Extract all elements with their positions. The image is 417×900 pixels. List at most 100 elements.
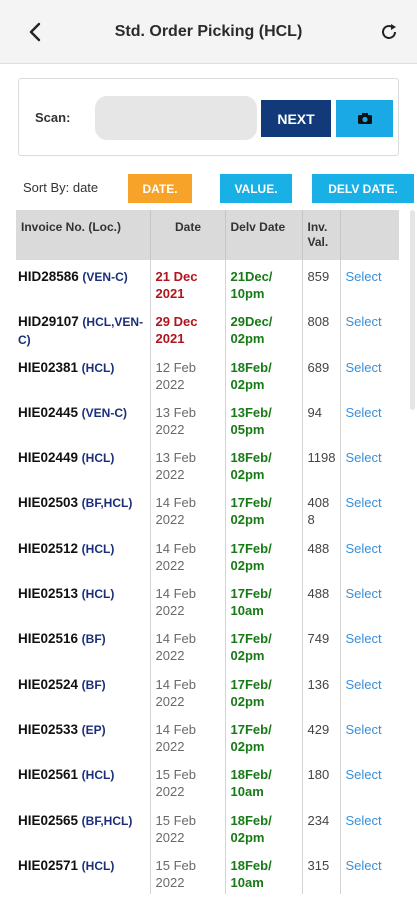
invoice-location: (VEN-C) [82,270,128,284]
delv-date-cell: 17Feb/ 10am [225,577,303,623]
action-cell: Select [340,396,399,441]
select-link[interactable]: Select [346,269,382,284]
inv-val-cell: 488 [302,577,341,623]
delivery-date: 18Feb/ 10am [230,767,272,800]
page-title: Std. Order Picking (HCL) [114,23,303,40]
invoice-location: (BF) [81,677,106,692]
select-link[interactable]: Select [346,360,382,375]
select-link[interactable]: Select [346,677,382,692]
select-link[interactable]: Select [346,314,382,329]
action-cell: Select [340,260,399,305]
col-header-delv-date: Delv Date [225,210,303,260]
select-link[interactable]: Select [346,450,382,465]
invoice-location: (BF,HCL) [81,813,133,828]
action-cell: Select [340,758,399,803]
date-cell: 13 Feb 2022 [150,441,226,487]
delivery-date: 17Feb/ 02pm [230,676,272,709]
sort-date-button[interactable]: DATE. [128,174,192,203]
invoice-date: 29 Dec 2021 [155,314,198,347]
delivery-date: 17Feb/ 02pm [230,540,272,573]
delv-date-cell: 17Feb/ 02pm [225,486,303,532]
invoice-value: 1198 [307,450,336,466]
invoice-date: 15 Feb 2022 [155,767,196,800]
select-link[interactable]: Select [346,813,382,828]
back-arrow-icon[interactable] [22,18,48,46]
camera-button[interactable] [336,100,393,137]
invoice-date: 15 Feb 2022 [155,812,196,845]
select-link[interactable]: Select [346,495,382,510]
inv-val-cell: 136 [302,667,341,713]
invoice-date: 13 Feb 2022 [155,404,196,437]
invoice-location: (HCL) [81,360,115,375]
invoice-number: HIE02565 [18,812,79,828]
table-row: HIE02513 (HCL) 14 Feb 2022 17Feb/ 10am 488 S… [16,577,399,623]
delv-date-cell: 18Feb/ 02pm [225,803,303,849]
delv-date-cell: 17Feb/ 02pm [225,667,303,713]
invoice-cell: HID29107 (HCL,VEN-C) [16,305,151,351]
invoice-value: 234 [307,812,330,828]
inv-val-cell: 315 [302,848,341,895]
invoice-value: 859 [307,269,330,284]
inv-val-cell: 859 [302,260,341,306]
delv-date-cell: 17Feb/ 02pm [225,712,303,759]
select-link[interactable]: Select [346,858,382,873]
invoice-cell: HIE02512 (HCL) [16,531,151,578]
scrollbar[interactable] [410,210,415,410]
invoice-number: HIE02533 [18,721,79,737]
sort-delv-date-button[interactable]: DELV DATE. [312,174,414,203]
invoice-value: 808 [307,314,330,330]
invoice-location: (EP) [81,722,106,737]
next-button[interactable]: NEXT [261,100,331,137]
invoice-number: HIE02571 [18,857,79,873]
inv-val-cell: 488 [302,531,341,578]
invoice-value: 94 [307,404,322,420]
invoice-value: 180 [307,767,330,783]
select-link[interactable]: Select [346,767,382,782]
delv-date-cell: 21Dec/ 10pm [225,260,303,306]
sort-value-button[interactable]: VALUE. [220,174,292,203]
sort-label: Sort By: date [23,180,99,195]
invoice-number: HIE02512 [18,540,79,556]
invoice-number: HID28586 [18,269,79,284]
action-cell: Select [340,668,399,713]
action-cell: Select [340,305,399,350]
inv-val-cell: 429 [302,712,341,759]
table-header-row: Invoice No. (Loc.) Date Delv Date Inv. V… [16,210,399,260]
invoice-date: 21 Dec 2021 [155,269,198,301]
col-header-invoice: Invoice No. (Loc.) [16,210,151,260]
delivery-date: 17Feb/ 02pm [230,721,272,754]
invoice-value: 488 [307,586,330,602]
select-link[interactable]: Select [346,631,382,646]
invoice-value: 315 [307,857,330,873]
date-cell: 12 Feb 2022 [150,350,226,396]
date-cell: 14 Feb 2022 [150,577,226,623]
invoice-number: HIE02516 [18,631,79,647]
select-link[interactable]: Select [346,586,382,601]
action-cell: Select [340,849,399,894]
invoice-date: 14 Feb 2022 [155,676,196,709]
delivery-date: 18Feb/ 02pm [230,450,272,483]
table-row: HIE02449 (HCL) 13 Feb 2022 18Feb/ 02pm 1198… [16,441,399,487]
table-row: HIE02516 (BF) 14 Feb 2022 17Feb/ 02pm 749 Se… [16,622,399,668]
table-row: HIE02524 (BF) 14 Feb 2022 17Feb/ 02pm 136 Se… [16,667,399,713]
select-link[interactable]: Select [346,541,382,556]
invoice-cell: HIE02503 (BF,HCL) [16,486,151,532]
invoice-location: (HCL) [81,768,115,783]
date-cell: 14 Feb 2022 [150,531,226,578]
invoice-location: (BF) [81,632,106,647]
select-link[interactable]: Select [346,722,382,737]
invoice-cell: HIE02571 (HCL) [16,848,151,895]
scan-input[interactable] [95,96,257,140]
delv-date-cell: 17Feb/ 02pm [225,622,303,668]
date-cell: 14 Feb 2022 [150,622,226,668]
refresh-icon[interactable] [375,18,403,46]
invoice-number: HIE02524 [18,676,79,692]
action-cell: Select [340,441,399,486]
camera-icon [357,113,372,124]
table-row: HID28586 (VEN-C) 21 Dec 2021 21Dec/ 10pm 85… [16,260,399,306]
invoice-date: 15 Feb 2022 [155,857,196,890]
delv-date-cell: 18Feb/ 02pm [225,441,303,487]
invoice-date: 14 Feb 2022 [155,540,196,573]
action-cell: Select [340,804,399,849]
select-link[interactable]: Select [346,405,382,420]
